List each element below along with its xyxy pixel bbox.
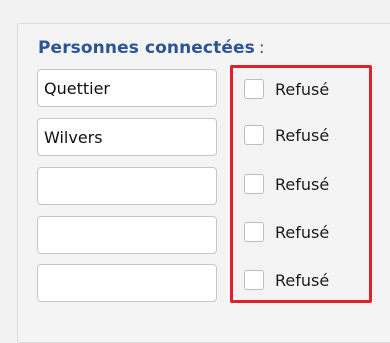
refuse-option-3[interactable]: Refusé bbox=[244, 172, 329, 196]
person-name-field-3[interactable] bbox=[37, 167, 217, 205]
refuse-option-4[interactable]: Refusé bbox=[244, 220, 329, 244]
person-name-field-1[interactable] bbox=[37, 69, 217, 107]
person-name-field-2[interactable] bbox=[37, 118, 217, 156]
person-name-field-4[interactable] bbox=[37, 216, 217, 254]
refuse-checkbox-2[interactable] bbox=[244, 125, 264, 145]
refuse-checkbox-3[interactable] bbox=[244, 174, 264, 194]
refuse-checkbox-5[interactable] bbox=[244, 270, 264, 290]
person-name-field-5[interactable] bbox=[37, 264, 217, 302]
refuse-label-3: Refusé bbox=[275, 174, 330, 194]
section-title-colon: : bbox=[258, 38, 265, 58]
refuse-label-5: Refusé bbox=[275, 270, 330, 290]
refuse-option-5[interactable]: Refusé bbox=[244, 268, 329, 292]
refuse-option-1[interactable]: Refusé bbox=[244, 77, 329, 101]
refuse-label-1: Refusé bbox=[275, 79, 330, 99]
refuse-label-4: Refusé bbox=[275, 222, 330, 242]
section-title-text: Personnes connectées bbox=[38, 38, 255, 58]
section-title: Personnes connectées: bbox=[38, 38, 265, 58]
refuse-checkbox-1[interactable] bbox=[244, 79, 264, 99]
refuse-checkbox-4[interactable] bbox=[244, 222, 264, 242]
refuse-option-2[interactable]: Refusé bbox=[244, 123, 329, 147]
refuse-label-2: Refusé bbox=[275, 125, 330, 145]
